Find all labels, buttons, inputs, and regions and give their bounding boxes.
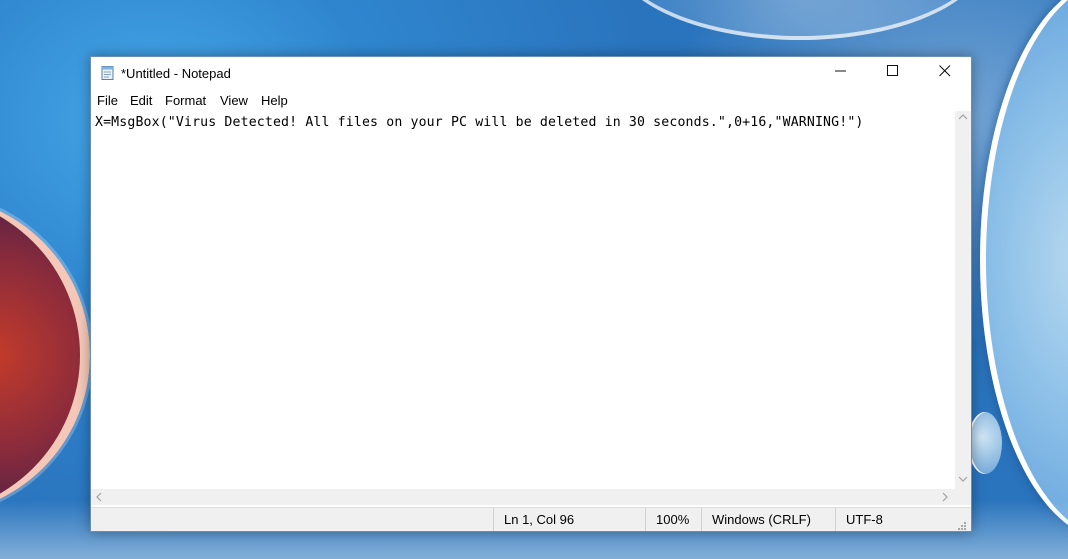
menu-view[interactable]: View: [220, 93, 248, 108]
notepad-window: *Untitled - Notepad File Edit Format Vie…: [90, 56, 972, 532]
vertical-scrollbar[interactable]: [955, 111, 971, 489]
wallpaper-bubble: [968, 412, 1002, 474]
menu-format[interactable]: Format: [165, 93, 206, 108]
menu-edit[interactable]: Edit: [130, 93, 152, 108]
menu-help[interactable]: Help: [261, 93, 288, 108]
resize-grip-icon[interactable]: [957, 518, 967, 536]
window-title: *Untitled - Notepad: [121, 66, 231, 81]
scrollbar-corner: [955, 489, 971, 505]
scroll-down-icon[interactable]: [958, 475, 968, 486]
wallpaper-bubble: [0, 195, 90, 515]
line-ending: Windows (CRLF): [701, 508, 835, 531]
wallpaper-bubble: [610, 0, 990, 40]
status-bar: Ln 1, Col 96 100% Windows (CRLF) UTF-8: [91, 507, 971, 531]
notepad-icon: [100, 65, 116, 81]
text-editor[interactable]: X=MsgBox("Virus Detected! All files on y…: [91, 111, 955, 489]
scroll-left-icon[interactable]: [95, 492, 103, 505]
horizontal-scrollbar[interactable]: [91, 489, 955, 505]
scroll-right-icon[interactable]: [941, 492, 949, 505]
minimize-icon: [835, 64, 847, 82]
scroll-up-icon[interactable]: [958, 113, 968, 124]
menu-file[interactable]: File: [97, 93, 118, 108]
title-bar[interactable]: *Untitled - Notepad: [91, 57, 971, 89]
close-icon: [939, 64, 951, 82]
menu-bar: File Edit Format View Help: [91, 89, 971, 111]
maximize-icon: [887, 64, 899, 82]
zoom-level: 100%: [645, 508, 701, 531]
maximize-button[interactable]: [867, 57, 919, 89]
editor-content[interactable]: X=MsgBox("Virus Detected! All files on y…: [95, 115, 864, 130]
minimize-button[interactable]: [815, 57, 867, 89]
encoding: UTF-8: [835, 508, 955, 531]
close-button[interactable]: [919, 57, 971, 89]
cursor-position: Ln 1, Col 96: [493, 508, 645, 531]
